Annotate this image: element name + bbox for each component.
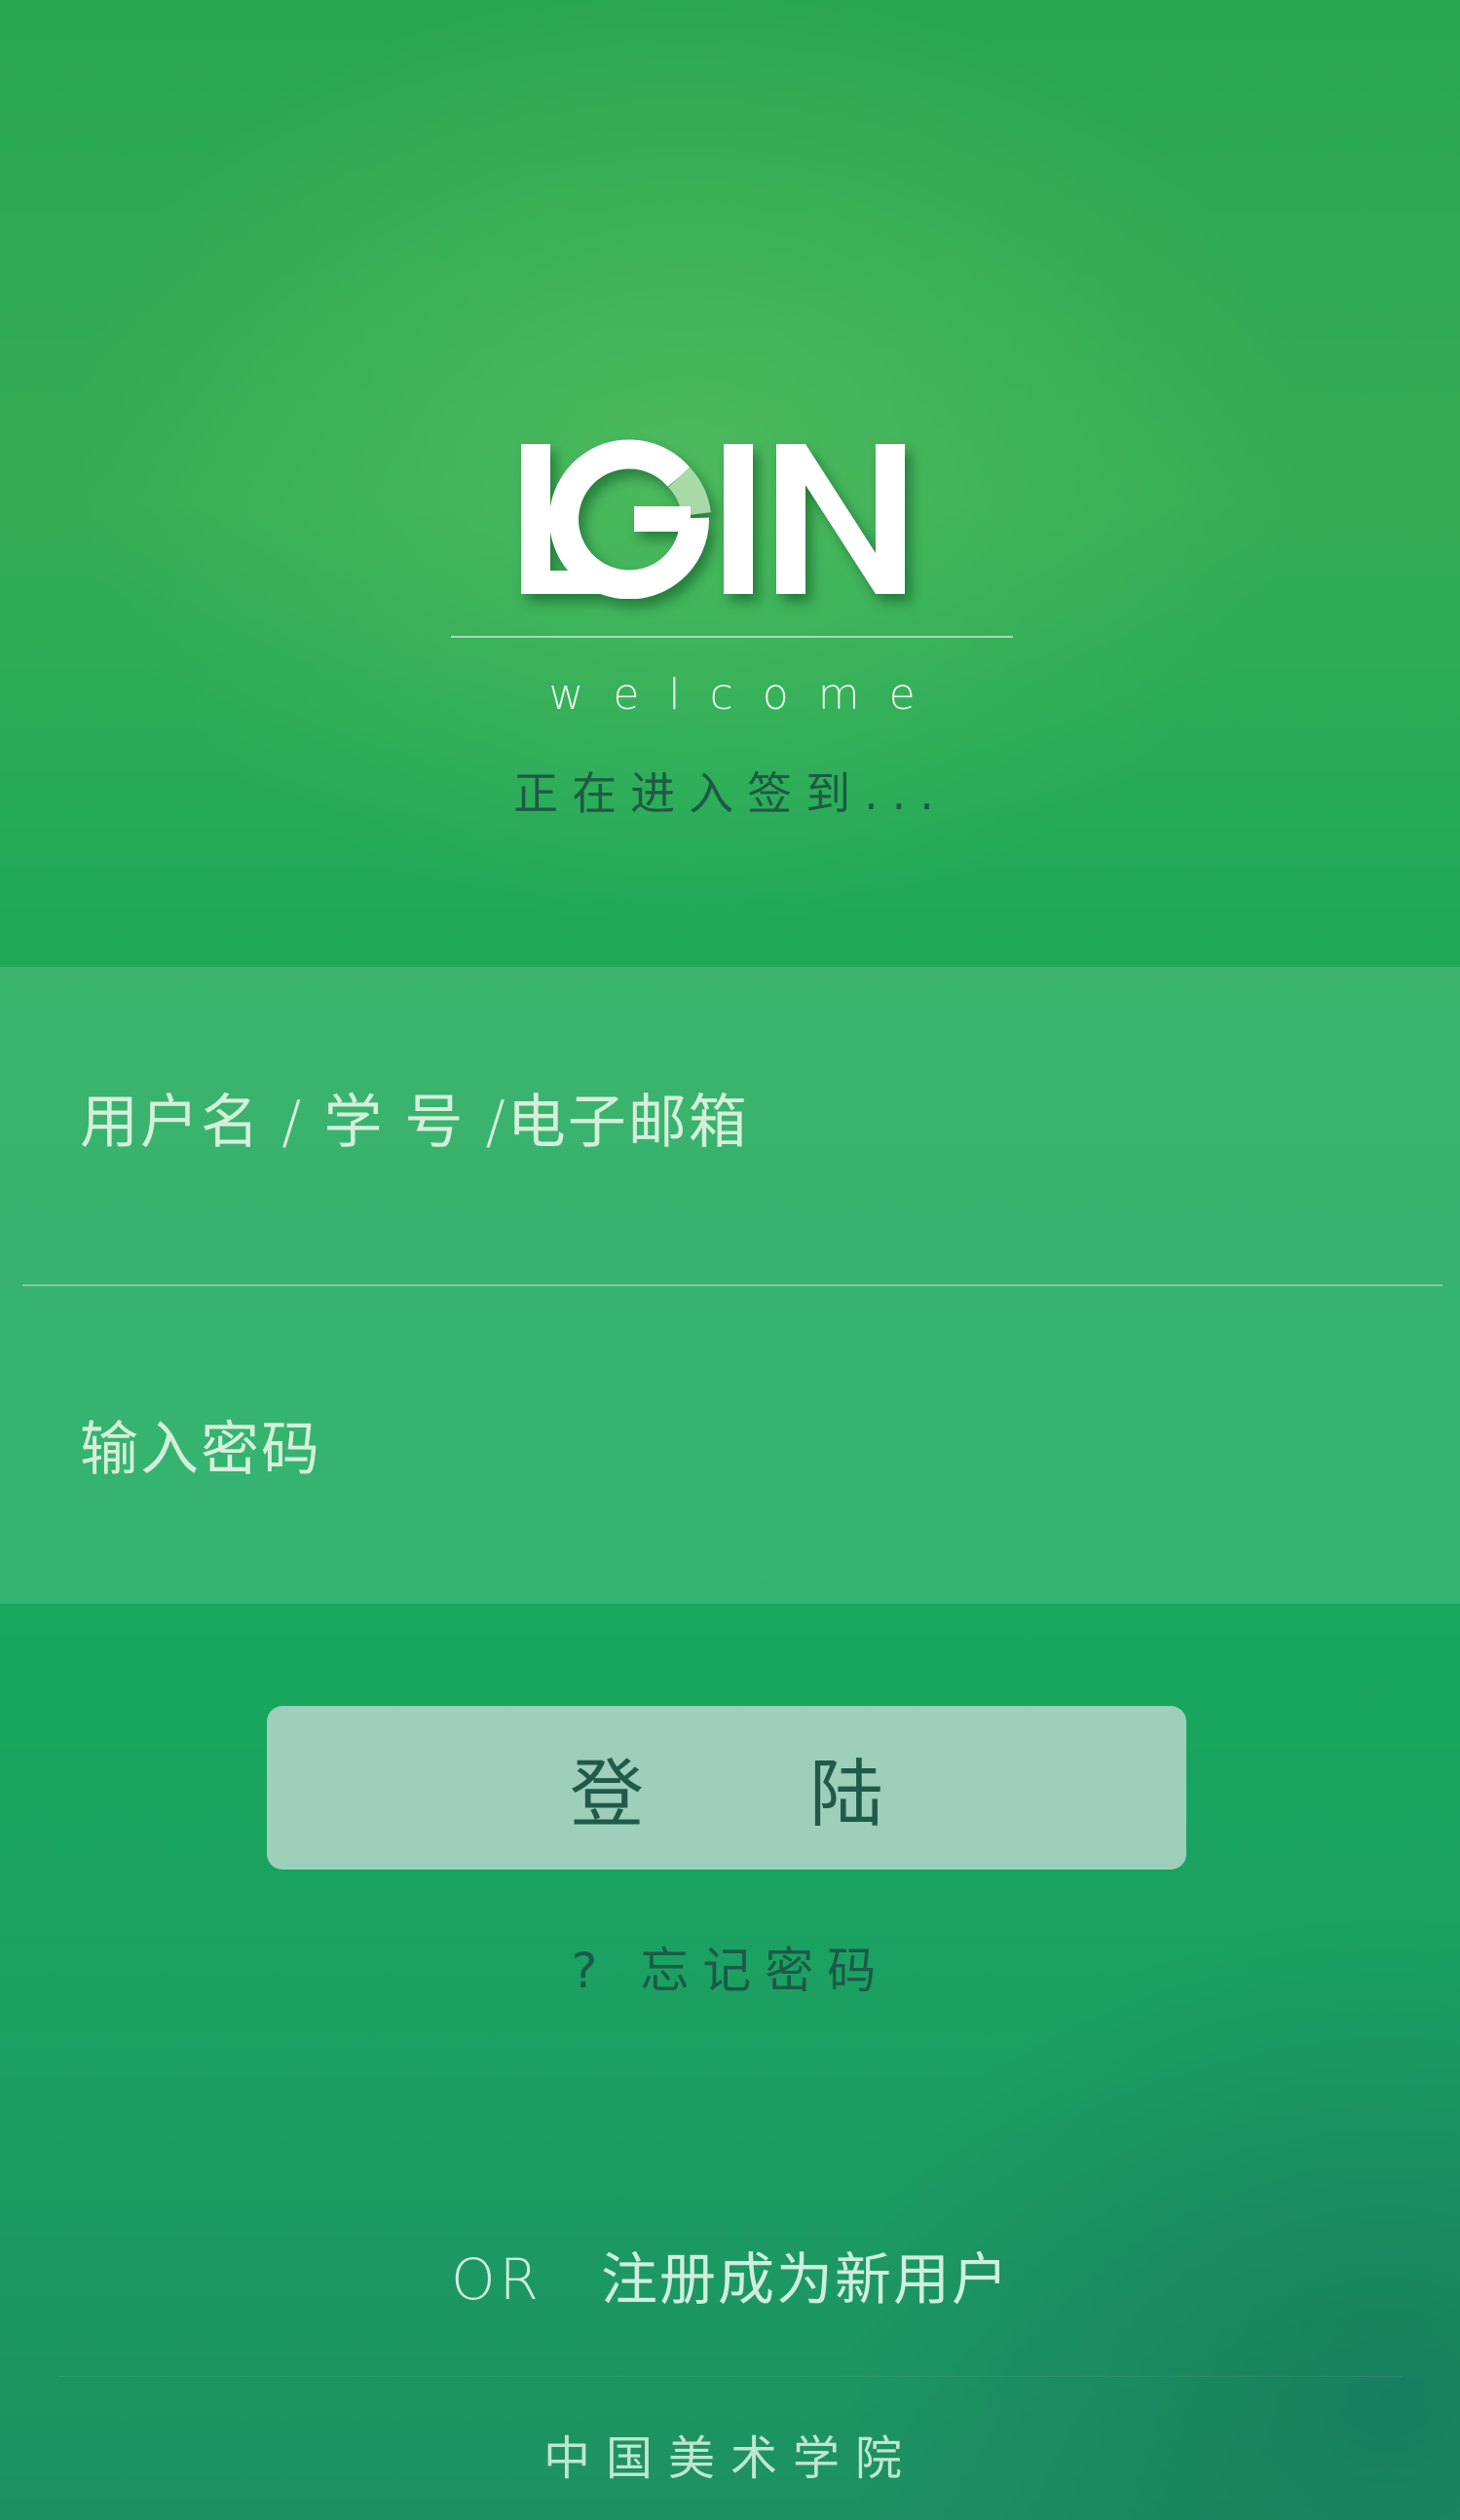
or-label: OR <box>451 2246 543 2313</box>
logo-mark <box>521 439 905 599</box>
password-placeholder: 输入密码 <box>80 1416 321 1484</box>
register-link[interactable]: 注册成为新用户 <box>601 2246 1010 2313</box>
login-form: 用户名 / 学 号 /电子邮箱 输入密码 <box>0 967 1460 1604</box>
login-button[interactable]: 登陆 <box>267 1706 1186 1870</box>
welcome-text: welcome <box>548 670 945 720</box>
status-text: 正在进入签到... <box>513 767 948 820</box>
footer-divider <box>58 2376 1403 2377</box>
password-field[interactable]: 输入密码 <box>0 1285 1460 1604</box>
logo-divider <box>451 636 1013 638</box>
forgot-password-link[interactable]: ? 忘记密码 <box>487 1932 974 2010</box>
login-button-label: 登陆 <box>570 1751 1049 1837</box>
login-screen: welcome 正在进入签到... 用户名 / 学 号 /电子邮箱 输入密码 登… <box>0 0 1460 2520</box>
register-row: OR 注册成为新用户 <box>292 2236 1169 2323</box>
school-name: 中国美术学院 <box>543 2431 917 2486</box>
logo <box>517 438 959 599</box>
username-field[interactable]: 用户名 / 学 号 /电子邮箱 <box>0 967 1460 1285</box>
username-placeholder: 用户名 / 学 号 /电子邮箱 <box>80 1089 749 1157</box>
